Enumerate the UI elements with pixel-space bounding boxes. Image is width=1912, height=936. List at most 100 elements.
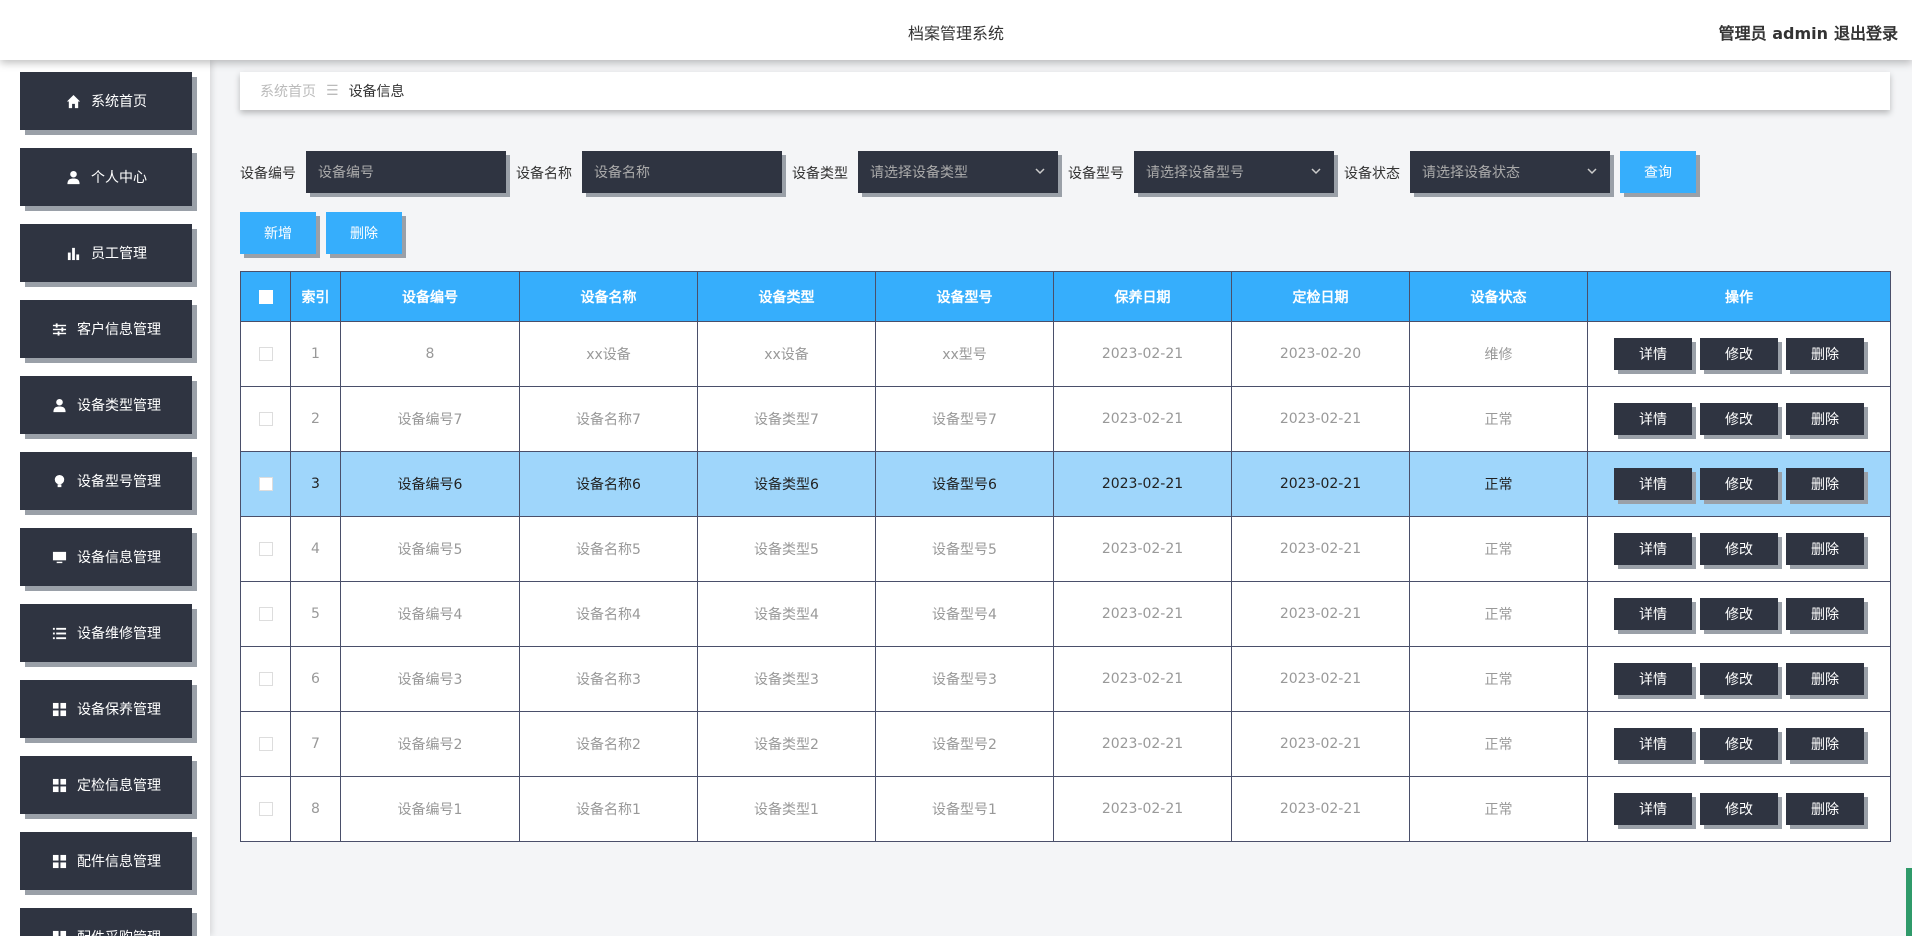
edit-button[interactable]: 修改 — [1700, 338, 1778, 370]
row-checkbox[interactable] — [258, 672, 273, 686]
row-select-cell — [240, 646, 291, 712]
row-select-cell — [240, 321, 291, 387]
delete-button[interactable]: 删除 — [1786, 598, 1864, 630]
detail-button[interactable]: 详情 — [1614, 793, 1692, 825]
sidebar-item-parts-info[interactable]: 配件信息管理 — [20, 832, 192, 890]
cell-inspection-date: 2023-02-20 — [1231, 321, 1410, 387]
device-status-placeholder: 请选择设备状态 — [1422, 165, 1520, 181]
cell-model: 设备型号6 — [875, 451, 1054, 517]
cell-code: 设备编号4 — [340, 581, 520, 647]
sidebar-item-label: 设备类型管理 — [77, 398, 161, 414]
edit-button[interactable]: 修改 — [1700, 468, 1778, 500]
row-checkbox[interactable] — [258, 802, 273, 816]
delete-button[interactable]: 删除 — [1786, 468, 1864, 500]
sidebar-item-device-models[interactable]: 设备型号管理 — [20, 452, 192, 510]
table-row[interactable]: 4 设备编号5 设备名称5 设备类型5 设备型号5 2023-02-21 202… — [240, 516, 1891, 582]
table-row[interactable]: 2 设备编号7 设备名称7 设备类型7 设备型号7 2023-02-21 202… — [240, 386, 1891, 452]
table-row[interactable]: 5 设备编号4 设备名称4 设备类型4 设备型号4 2023-02-21 202… — [240, 581, 1891, 647]
delete-button[interactable]: 删除 — [1786, 338, 1864, 370]
edit-button[interactable]: 修改 — [1700, 728, 1778, 760]
cell-type: xx设备 — [697, 321, 876, 387]
bar-chart-icon — [65, 245, 81, 261]
sidebar-item-device-info[interactable]: 设备信息管理 — [20, 528, 192, 586]
table-row[interactable]: 6 设备编号3 设备名称3 设备类型3 设备型号3 2023-02-21 202… — [240, 646, 1891, 712]
device-table: 索引 设备编号 设备名称 设备类型 设备型号 保养日期 定检日期 设备状态 操作… — [240, 271, 1891, 842]
delete-button[interactable]: 删除 — [1786, 403, 1864, 435]
row-checkbox[interactable] — [258, 737, 273, 751]
detail-button[interactable]: 详情 — [1614, 728, 1692, 760]
delete-button[interactable]: 删除 — [1786, 728, 1864, 760]
device-name-placeholder: 设备名称 — [594, 165, 650, 181]
detail-button[interactable]: 详情 — [1614, 663, 1692, 695]
sidebar-item-parts-purchase[interactable]: 配件采购管理 — [20, 908, 192, 936]
sidebar-item-staff[interactable]: 员工管理 — [20, 224, 192, 282]
sidebar-item-device-repair[interactable]: 设备维修管理 — [20, 604, 192, 662]
edit-button[interactable]: 修改 — [1700, 403, 1778, 435]
cell-model: 设备型号7 — [875, 386, 1054, 452]
cell-type: 设备类型2 — [697, 711, 876, 777]
cell-code: 设备编号3 — [340, 646, 520, 712]
select-all-checkbox[interactable] — [258, 289, 273, 304]
table-row[interactable]: 1 8 xx设备 xx设备 xx型号 2023-02-21 2023-02-20… — [240, 321, 1891, 387]
sidebar-item-home[interactable]: 系统首页 — [20, 72, 192, 130]
device-name-input[interactable]: 设备名称 — [582, 151, 782, 193]
sidebar-item-device-types[interactable]: 设备类型管理 — [20, 376, 192, 434]
cell-index: 7 — [290, 711, 341, 777]
cell-index: 1 — [290, 321, 341, 387]
detail-button[interactable]: 详情 — [1614, 403, 1692, 435]
cell-inspection-date: 2023-02-21 — [1231, 581, 1410, 647]
sliders-icon — [51, 321, 67, 337]
sidebar-item-device-maintenance[interactable]: 设备保养管理 — [20, 680, 192, 738]
cell-index: 4 — [290, 516, 341, 582]
device-model-select[interactable]: 请选择设备型号 — [1134, 151, 1334, 193]
sidebar: 系统首页 个人中心 员工管理 客户信息管理 设备类型管理 设备型号管理 设备信息… — [0, 60, 210, 936]
detail-button[interactable]: 详情 — [1614, 533, 1692, 565]
list-icon — [51, 625, 67, 641]
sidebar-item-customers[interactable]: 客户信息管理 — [20, 300, 192, 358]
table-row[interactable]: 7 设备编号2 设备名称2 设备类型2 设备型号2 2023-02-21 202… — [240, 711, 1891, 777]
delete-button[interactable]: 删除 — [1786, 793, 1864, 825]
cell-index: 5 — [290, 581, 341, 647]
detail-button[interactable]: 详情 — [1614, 598, 1692, 630]
sidebar-item-profile[interactable]: 个人中心 — [20, 148, 192, 206]
table-row[interactable]: 8 设备编号1 设备名称1 设备类型1 设备型号1 2023-02-21 202… — [240, 776, 1891, 842]
device-status-label: 设备状态 — [1344, 166, 1400, 182]
batch-delete-button[interactable]: 删除 — [326, 212, 402, 254]
cell-name: 设备名称6 — [519, 451, 698, 517]
app-title: 档案管理系统 — [907, 24, 1004, 43]
logout-link[interactable]: 退出登录 — [1834, 20, 1898, 44]
edit-button[interactable]: 修改 — [1700, 598, 1778, 630]
breadcrumb-separator-icon: ☰ — [326, 83, 339, 99]
delete-button[interactable]: 删除 — [1786, 663, 1864, 695]
cell-type: 设备类型5 — [697, 516, 876, 582]
column-header: 设备编号 — [340, 271, 520, 322]
device-code-input[interactable]: 设备编号 — [306, 151, 506, 193]
row-checkbox[interactable] — [258, 607, 273, 621]
cell-name: 设备名称7 — [519, 386, 698, 452]
edit-button[interactable]: 修改 — [1700, 793, 1778, 825]
chevron-down-icon — [1586, 165, 1598, 177]
select-all-cell — [240, 271, 291, 322]
device-status-select[interactable]: 请选择设备状态 — [1410, 151, 1610, 193]
cell-inspection-date: 2023-02-21 — [1231, 386, 1410, 452]
table-row-highlighted[interactable]: 3 设备编号6 设备名称6 设备类型6 设备型号6 2023-02-21 202… — [240, 451, 1891, 517]
breadcrumb-home[interactable]: 系统首页 — [260, 81, 316, 101]
device-type-select[interactable]: 请选择设备类型 — [858, 151, 1058, 193]
add-button[interactable]: 新增 — [240, 212, 316, 254]
detail-button[interactable]: 详情 — [1614, 338, 1692, 370]
row-checkbox[interactable] — [258, 412, 273, 426]
detail-button[interactable]: 详情 — [1614, 468, 1692, 500]
column-header: 操作 — [1587, 271, 1891, 322]
sidebar-item-inspection[interactable]: 定检信息管理 — [20, 756, 192, 814]
cell-status: 正常 — [1409, 776, 1588, 842]
query-button[interactable]: 查询 — [1620, 151, 1696, 193]
edit-button[interactable]: 修改 — [1700, 663, 1778, 695]
edit-button[interactable]: 修改 — [1700, 533, 1778, 565]
cell-operations: 详情 修改 删除 — [1587, 646, 1891, 712]
row-checkbox[interactable] — [258, 477, 273, 491]
row-select-cell — [240, 711, 291, 777]
chevron-down-icon — [1310, 165, 1322, 177]
delete-button[interactable]: 删除 — [1786, 533, 1864, 565]
row-checkbox[interactable] — [258, 347, 273, 361]
row-checkbox[interactable] — [258, 542, 273, 556]
